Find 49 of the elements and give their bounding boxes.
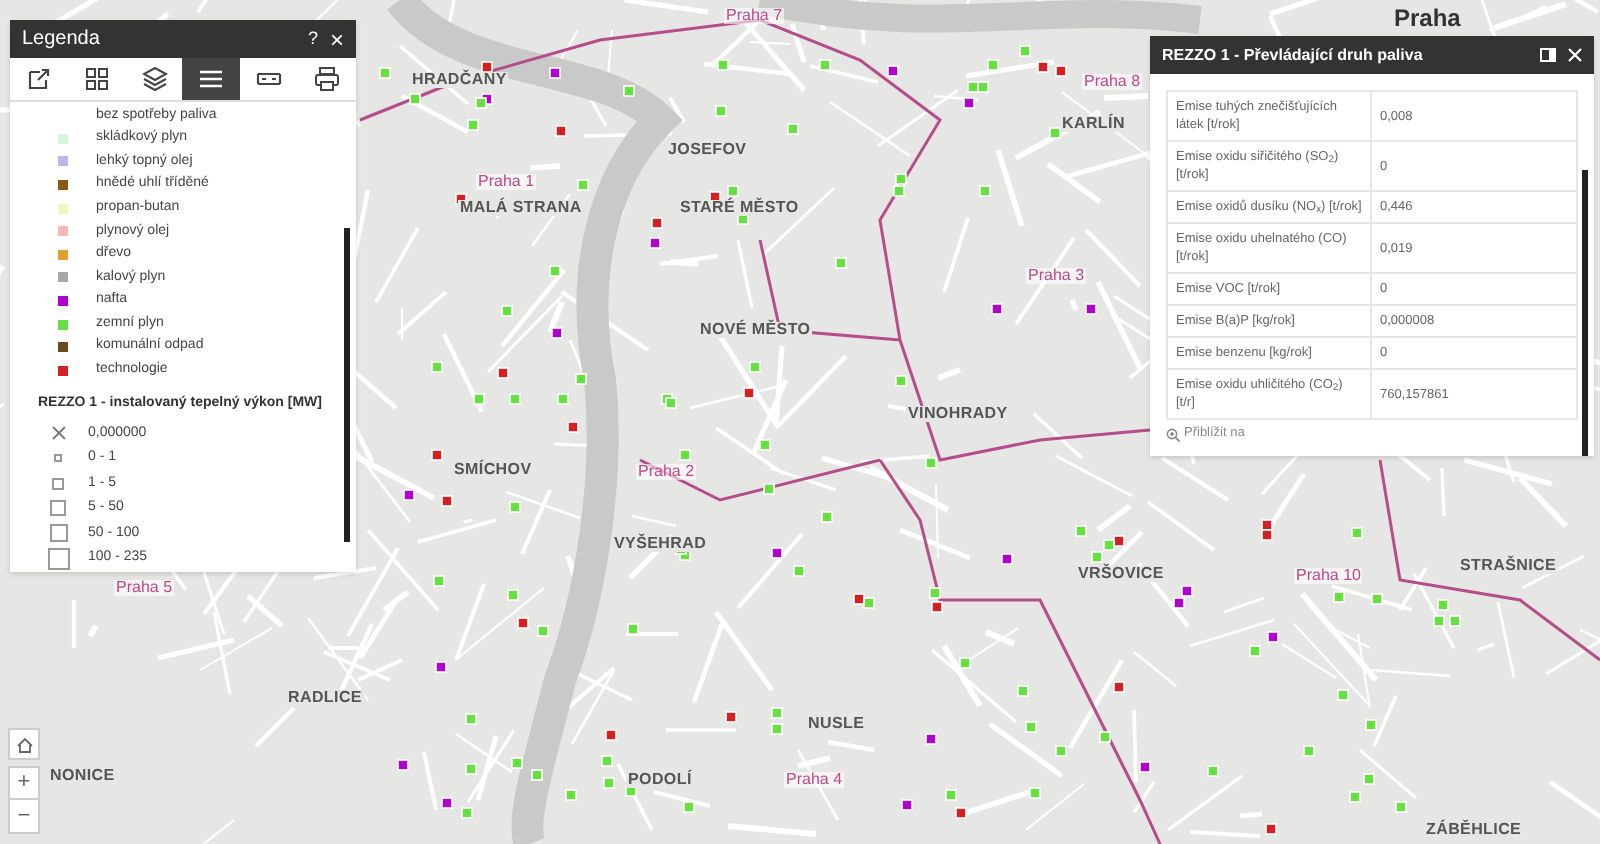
map-label: KARLÍN [1060, 116, 1127, 132]
popup-title: REZZO 1 - Převládající druh paliva [1162, 43, 1425, 67]
size-square-icon [50, 500, 66, 517]
size-square-icon [49, 524, 67, 543]
map-label: PODOLÍ [626, 772, 694, 788]
map-label: Praha 5 [114, 580, 175, 596]
map-label: Praha 3 [1026, 268, 1087, 284]
map-label: NONICE [48, 768, 117, 784]
map-label: STARÉ MĚSTO [678, 200, 801, 216]
map-label: RADLICE [286, 690, 364, 706]
map-label: STRAŠNICE [1458, 558, 1559, 574]
zoom-in-button[interactable]: + [10, 768, 38, 800]
list-icon [198, 66, 225, 92]
close-button[interactable] [1568, 48, 1582, 62]
map-label: NOVÉ MĚSTO [698, 322, 813, 338]
zoom-out-button[interactable]: − [10, 800, 38, 832]
cross-icon [51, 426, 65, 441]
map-label: NUSLE [806, 716, 867, 732]
export-icon [25, 66, 52, 92]
map-label: JOSEFOV [666, 142, 749, 158]
map-label: Praha 8 [1082, 74, 1143, 90]
help-button[interactable]: ? [307, 25, 318, 53]
map-label: Praha 1 [476, 174, 537, 190]
map-label: Praha 4 [784, 772, 845, 788]
map-label: Praha 7 [724, 8, 785, 24]
map-label: ZÁBĚHLICE [1424, 822, 1524, 838]
layers-icon [141, 66, 168, 92]
size-square-icon [52, 477, 64, 490]
maximize-button[interactable] [1540, 48, 1556, 62]
grid-icon [83, 66, 110, 92]
scrollbar[interactable] [344, 228, 350, 542]
map-label: Praha 10 [1294, 568, 1363, 584]
map-label: VINOHRADY [906, 406, 1010, 422]
toolbar-button[interactable] [182, 58, 241, 100]
map-label: Praha 2 [636, 464, 697, 480]
home-button[interactable] [8, 728, 40, 760]
map-label: SMÍCHOV [452, 462, 534, 478]
size-square-icon [54, 454, 62, 463]
map-label: MALÁ STRANA [458, 200, 584, 216]
close-button[interactable]: × [329, 27, 344, 51]
print-icon [314, 66, 341, 92]
map-label: Praha [1394, 6, 1461, 30]
home-icon [15, 735, 33, 753]
map-label: VYŠEHRAD [612, 536, 709, 552]
legend-title: Legenda [22, 26, 102, 54]
scrollbar[interactable] [1582, 170, 1588, 456]
map-label: VRŠOVICE [1076, 566, 1166, 582]
map-label: HRADČANY [410, 72, 509, 88]
zoom-in-icon [1166, 427, 1180, 442]
